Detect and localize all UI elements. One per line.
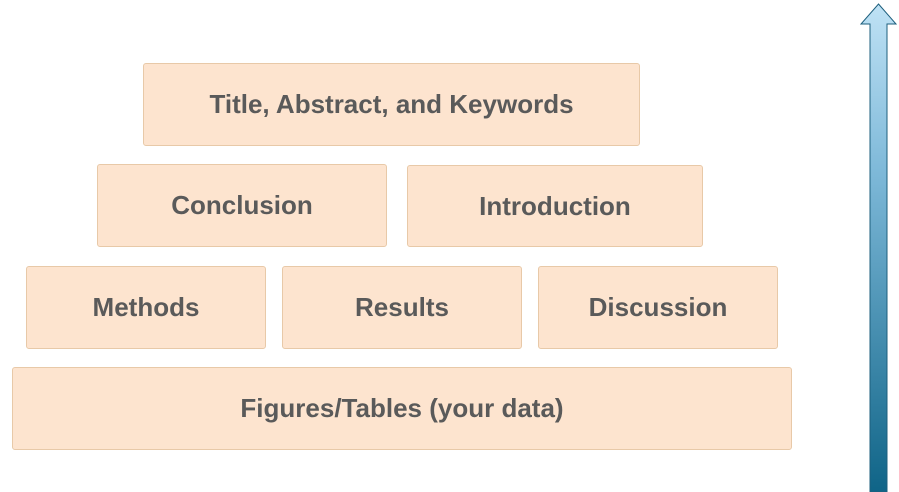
up-arrow-icon (860, 3, 898, 492)
methods-label: Methods (92, 292, 200, 322)
discussion-label: Discussion (588, 292, 728, 322)
figures-tables-label: Figures/Tables (your data) (240, 393, 564, 423)
introduction-block: Introduction (407, 165, 703, 247)
results-block: Results (282, 266, 522, 349)
figures-tables-block: Figures/Tables (your data) (12, 367, 792, 450)
introduction-label: Introduction (479, 190, 631, 221)
discussion-block: Discussion (538, 266, 778, 349)
title-abstract-keywords-block: Title, Abstract, and Keywords (143, 63, 640, 146)
conclusion-block: Conclusion (97, 164, 387, 247)
conclusion-label: Conclusion (171, 190, 313, 220)
methods-block: Methods (26, 266, 266, 349)
title-abstract-keywords-label: Title, Abstract, and Keywords (209, 89, 574, 119)
results-label: Results (355, 292, 449, 322)
